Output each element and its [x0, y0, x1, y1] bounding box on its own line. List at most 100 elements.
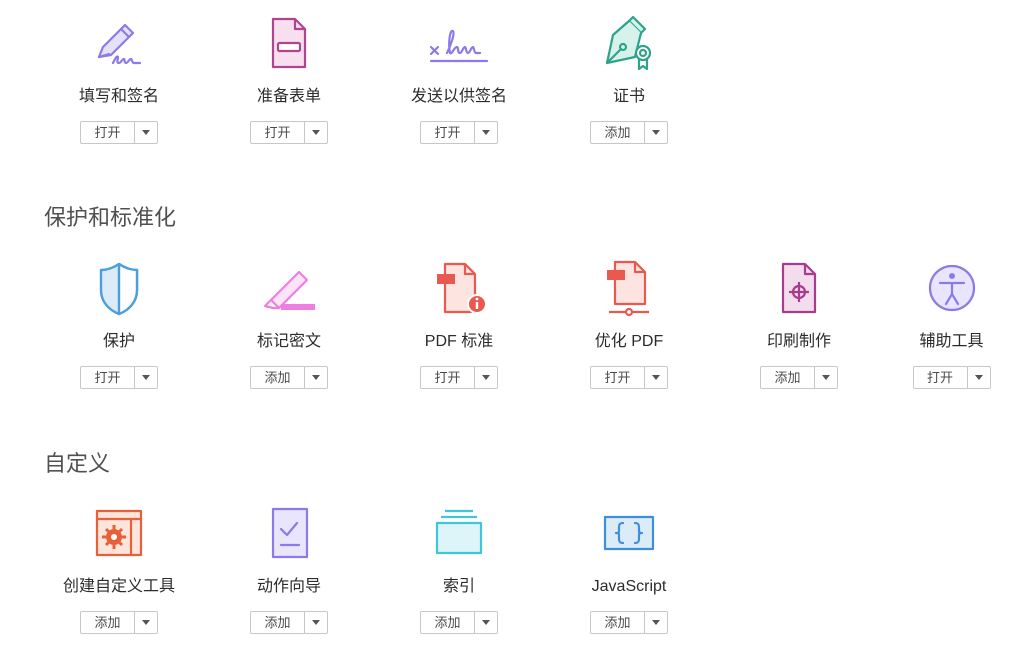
tool-label: 辅助工具	[919, 333, 984, 350]
optimize-pdf-icon	[544, 255, 714, 321]
dropdown-button[interactable]	[135, 612, 157, 633]
chevron-down-icon	[482, 375, 490, 380]
dropdown-button[interactable]	[305, 122, 327, 143]
tool-button-group: 添加	[80, 611, 158, 634]
dropdown-button[interactable]	[645, 122, 667, 143]
dropdown-button[interactable]	[135, 122, 157, 143]
tool-button-group: 打开	[80, 366, 158, 389]
chevron-down-icon	[142, 130, 150, 135]
section-title-protect-standardize: 保护和标准化	[44, 205, 177, 230]
add-button[interactable]: 添加	[591, 122, 645, 143]
add-button[interactable]: 添加	[251, 612, 305, 633]
tool-accessibility[interactable]: 辅助工具 打开	[884, 255, 1019, 389]
chevron-down-icon	[142, 375, 150, 380]
open-button[interactable]: 打开	[81, 122, 135, 143]
fill-sign-icon	[34, 10, 204, 76]
open-button[interactable]: 打开	[421, 122, 475, 143]
tool-button-group: 打开	[80, 121, 158, 144]
javascript-icon	[544, 500, 714, 566]
tool-label: 创建自定义工具	[62, 578, 175, 595]
dropdown-button[interactable]	[475, 122, 497, 143]
tool-index[interactable]: 索引 添加	[374, 500, 544, 634]
dropdown-button[interactable]	[135, 367, 157, 388]
open-button[interactable]: 打开	[81, 367, 135, 388]
open-button[interactable]: 打开	[591, 367, 645, 388]
open-button[interactable]: 打开	[914, 367, 968, 388]
chevron-down-icon	[652, 375, 660, 380]
dropdown-button[interactable]	[475, 367, 497, 388]
certificate-icon	[544, 10, 714, 76]
dropdown-button[interactable]	[815, 367, 837, 388]
tool-label: 准备表单	[256, 88, 321, 105]
chevron-down-icon	[482, 130, 490, 135]
dropdown-button[interactable]	[968, 367, 990, 388]
create-custom-tool-icon	[34, 500, 204, 566]
tool-button-group: 添加	[590, 121, 668, 144]
tool-javascript[interactable]: JavaScript 添加	[544, 500, 714, 634]
tool-send-for-signature[interactable]: 发送以供签名 打开	[374, 10, 544, 144]
index-icon	[374, 500, 544, 566]
chevron-down-icon	[312, 375, 320, 380]
tool-button-group: 打开	[420, 366, 498, 389]
chevron-down-icon	[822, 375, 830, 380]
tool-action-wizard[interactable]: 动作向导 添加	[204, 500, 374, 634]
add-button[interactable]: 添加	[81, 612, 135, 633]
dropdown-button[interactable]	[305, 367, 327, 388]
tool-label: 发送以供签名	[410, 88, 507, 105]
tool-redact[interactable]: 标记密文 添加	[204, 255, 374, 389]
tool-fill-sign[interactable]: 填写和签名 打开	[34, 10, 204, 144]
dropdown-button[interactable]	[645, 367, 667, 388]
open-button[interactable]: 打开	[421, 367, 475, 388]
tool-label: 索引	[442, 578, 475, 595]
tool-button-group: 打开	[590, 366, 668, 389]
tool-label: 证书	[612, 88, 645, 105]
chevron-down-icon	[312, 620, 320, 625]
tool-button-group: 打开	[912, 366, 991, 389]
tool-label: PDF 标准	[424, 333, 494, 350]
tool-certificate[interactable]: 证书 添加	[544, 10, 714, 144]
tool-label: 标记密文	[256, 333, 321, 350]
prepare-form-icon	[204, 10, 374, 76]
tool-button-group: 添加	[250, 611, 328, 634]
tool-label: 保护	[102, 333, 135, 350]
chevron-down-icon	[652, 620, 660, 625]
tool-button-group: 打开	[250, 121, 328, 144]
tool-button-group: 添加	[760, 366, 838, 389]
tool-label: 优化 PDF	[594, 333, 664, 350]
section-title-customize: 自定义	[44, 451, 111, 476]
pdf-standards-icon	[374, 255, 544, 321]
accessibility-icon	[884, 255, 1019, 321]
print-production-icon	[714, 255, 884, 321]
tool-label: JavaScript	[591, 578, 667, 595]
shield-icon	[34, 255, 204, 321]
chevron-down-icon	[482, 620, 490, 625]
tool-button-group: 添加	[590, 611, 668, 634]
chevron-down-icon	[652, 130, 660, 135]
tool-label: 动作向导	[256, 578, 321, 595]
tool-optimize-pdf[interactable]: 优化 PDF 打开	[544, 255, 714, 389]
dropdown-button[interactable]	[475, 612, 497, 633]
add-button[interactable]: 添加	[251, 367, 305, 388]
dropdown-button[interactable]	[305, 612, 327, 633]
tool-protect[interactable]: 保护 打开	[34, 255, 204, 389]
add-button[interactable]: 添加	[421, 612, 475, 633]
chevron-down-icon	[312, 130, 320, 135]
tool-prepare-form[interactable]: 准备表单 打开	[204, 10, 374, 144]
tool-button-group: 添加	[420, 611, 498, 634]
chevron-down-icon	[974, 375, 983, 380]
open-button[interactable]: 打开	[251, 122, 305, 143]
add-button[interactable]: 添加	[591, 612, 645, 633]
tool-create-custom-tool[interactable]: 创建自定义工具 添加	[34, 500, 204, 634]
tool-label: 印刷制作	[766, 333, 831, 350]
tool-print-production[interactable]: 印刷制作 添加	[714, 255, 884, 389]
tool-button-group: 添加	[250, 366, 328, 389]
tool-pdf-standards[interactable]: PDF 标准 打开	[374, 255, 544, 389]
send-for-signature-icon	[374, 10, 544, 76]
tool-button-group: 打开	[420, 121, 498, 144]
chevron-down-icon	[142, 620, 150, 625]
action-wizard-icon	[204, 500, 374, 566]
dropdown-button[interactable]	[645, 612, 667, 633]
tool-label: 填写和签名	[78, 88, 159, 105]
add-button[interactable]: 添加	[761, 367, 815, 388]
redact-icon	[204, 255, 374, 321]
